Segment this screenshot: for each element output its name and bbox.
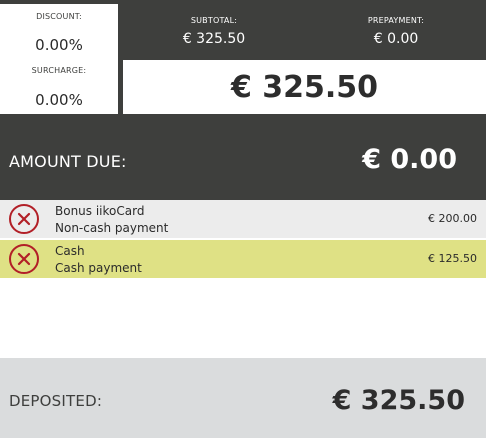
payment-row-selected[interactable]: Cash Cash payment € 125.50 bbox=[0, 240, 486, 278]
adjustments-panel: DISCOUNT: 0.00% SURCHARGE: 0.00% bbox=[0, 4, 118, 114]
total-value: € 325.50 bbox=[230, 70, 379, 105]
payment-type: Cash payment bbox=[55, 261, 142, 275]
amount-due-value: € 0.00 bbox=[362, 144, 457, 175]
surcharge-label: SURCHARGE: bbox=[31, 66, 87, 75]
total-box: € 325.50 bbox=[123, 60, 486, 114]
payment-name: Cash bbox=[55, 244, 85, 258]
deposited-label: DEPOSITED: bbox=[9, 392, 103, 410]
subtotal-label: SUBTOTAL: bbox=[190, 16, 238, 25]
deposited-value: € 325.50 bbox=[332, 385, 465, 416]
prepayment-value: € 0.00 bbox=[373, 31, 419, 47]
surcharge-value: 0.00% bbox=[35, 91, 83, 109]
discount-label: DISCOUNT: bbox=[36, 12, 82, 21]
payment-amount: € 200.00 bbox=[428, 212, 477, 225]
discount-value: 0.00% bbox=[35, 36, 83, 54]
payment-row[interactable]: Bonus iikoCard Non-cash payment € 200.00 bbox=[0, 200, 486, 238]
payment-type: Non-cash payment bbox=[55, 221, 169, 235]
remove-circle-x-icon[interactable] bbox=[9, 244, 39, 274]
amount-due-label: AMOUNT DUE: bbox=[9, 152, 127, 171]
subtotal-value: € 325.50 bbox=[182, 31, 246, 47]
prepayment-label: PREPAYMENT: bbox=[367, 16, 425, 25]
deposited-panel: DEPOSITED: € 325.50 bbox=[0, 358, 486, 438]
payment-name: Bonus iikoCard bbox=[55, 204, 145, 218]
remove-circle-x-icon[interactable] bbox=[9, 204, 39, 234]
payment-amount: € 125.50 bbox=[428, 252, 477, 265]
payment-list: Bonus iikoCard Non-cash payment € 200.00… bbox=[0, 200, 486, 358]
